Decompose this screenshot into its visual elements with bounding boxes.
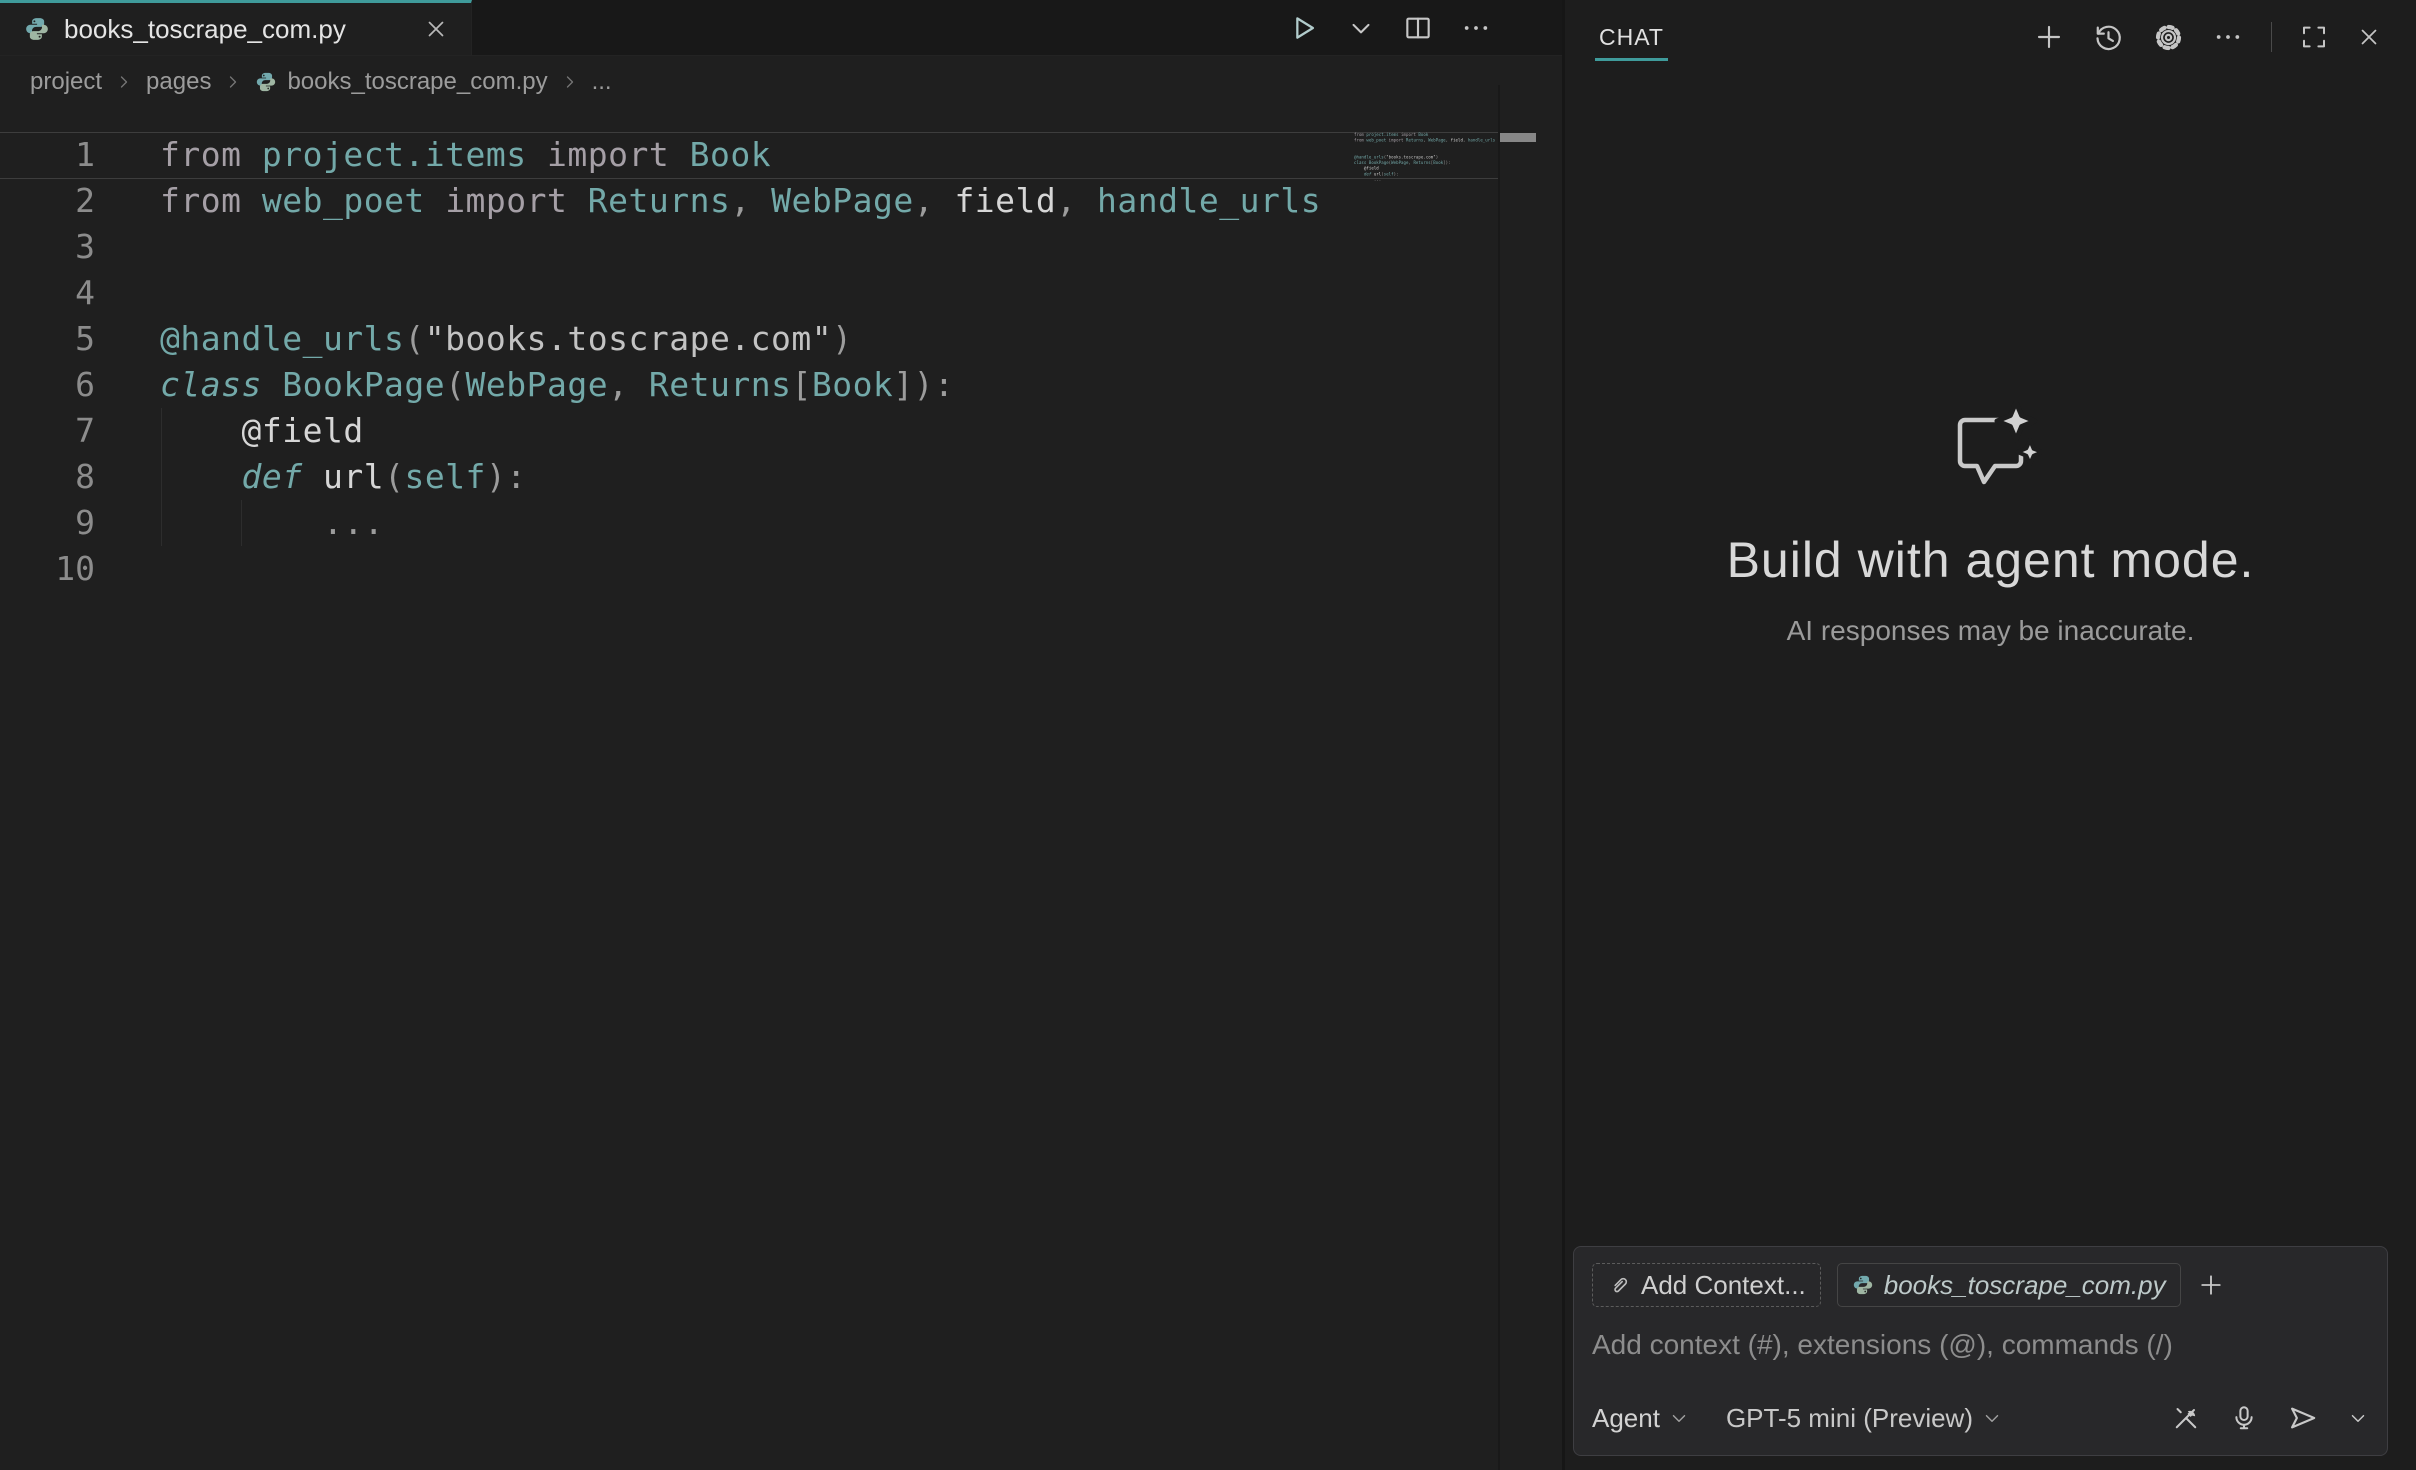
chevron-down-icon [1981,1407,2003,1429]
welcome-title: Build with agent mode. [1565,531,2416,589]
breadcrumb-label: pages [146,68,211,96]
context-chips-row: Add Context... books_toscrape_com.py [1592,1263,2369,1307]
code-line-10[interactable]: 10 [0,546,1562,592]
editor-pane: books_toscrape_com.py project pages books… [0,0,1562,1470]
code-text: @field [95,408,364,454]
more-icon[interactable] [2212,21,2244,53]
chat-header-actions [2033,21,2382,54]
code-text: from project.items import Book [95,132,771,178]
chat-welcome: Build with agent mode. AI responses may … [1565,400,2416,647]
python-icon [24,16,50,42]
add-file-icon[interactable] [2197,1271,2225,1299]
chat-panel: CHAT Build with agent mode. AI responses… [1562,0,2416,1470]
code-editor[interactable]: 1from project.items import Book2from web… [0,108,1562,592]
tab-books-toscrape[interactable]: books_toscrape_com.py [0,0,472,55]
mode-picker[interactable]: Agent [1592,1403,1690,1434]
line-number: 10 [0,546,95,592]
line-number: 4 [0,270,95,316]
code-text [95,546,160,592]
split-editor-icon[interactable] [1402,12,1434,44]
model-picker[interactable]: GPT-5 mini (Preview) [1726,1403,2003,1434]
paperclip-icon [1607,1273,1631,1297]
code-text [95,224,160,270]
more-icon[interactable] [1460,12,1492,44]
tab-close-icon[interactable] [423,16,449,42]
code-line-9[interactable]: 9 ... [0,500,1562,546]
tab-chat[interactable]: CHAT [1595,10,1668,65]
code-line-5[interactable]: 5@handle_urls("books.toscrape.com") [0,316,1562,362]
chat-controls-row: Agent GPT-5 mini (Preview) [1592,1395,2369,1441]
chat-input-placeholder[interactable]: Add context (#), extensions (@), command… [1592,1329,2369,1361]
code-line-6[interactable]: 6class BookPage(WebPage, Returns[Book]): [0,362,1562,408]
chat-input-box[interactable]: Add Context... books_toscrape_com.py Add… [1573,1246,2388,1456]
breadcrumb: project pages books_toscrape_com.py... [0,56,1562,108]
line-number: 1 [0,132,95,178]
code-line-4[interactable]: 4 [0,270,1562,316]
chevron-down-icon[interactable] [1346,13,1376,43]
line-number: 2 [0,178,95,224]
line-number: 5 [0,316,95,362]
tools-icon[interactable] [2171,1403,2201,1433]
line-number: 8 [0,454,95,500]
tab-label: books_toscrape_com.py [64,14,346,45]
code-line-8[interactable]: 8 def url(self): [0,454,1562,500]
editor-actions [1286,0,1492,56]
code-line-7[interactable]: 7 @field [0,408,1562,454]
line-number: 9 [0,500,95,546]
chip-books-toscrape-com-py[interactable]: books_toscrape_com.py [1837,1263,2181,1307]
breadcrumb-label: project [30,68,102,96]
chat-header: CHAT [1565,0,2416,74]
screen-full-icon[interactable] [2299,22,2329,52]
breadcrumb-item-project[interactable]: project [30,68,102,96]
chevron-right-icon [223,72,243,92]
close-icon[interactable] [2356,24,2382,50]
editor-tab-bar: books_toscrape_com.py [0,0,1562,56]
python-icon [255,71,277,93]
model-label: GPT-5 mini (Preview) [1726,1403,1973,1434]
code-text: ... [1354,177,1381,183]
chat-action-icons [2171,1402,2369,1434]
overview-ruler-cursor-marker [1500,133,1536,142]
code-line-2[interactable]: 2from web_poet import Returns, WebPage, … [0,178,1562,224]
new-chat-icon[interactable] [2033,21,2065,53]
minimap[interactable]: from project.items import Bookfrom web_p… [1354,132,1500,552]
send-icon[interactable] [2287,1402,2319,1434]
code-line-2: from web_poet import Returns, WebPage, f… [1354,138,1500,144]
breadcrumb-label: books_toscrape_com.py [287,68,547,96]
code-line-10 [1354,182,1500,188]
run-icon[interactable] [1286,11,1320,45]
copilot-chat-icon [1565,400,2416,497]
code-text: ... [95,500,384,546]
chip-label: books_toscrape_com.py [1884,1270,2166,1301]
send-options-chevron-icon[interactable] [2347,1407,2369,1429]
code-text: @handle_urls("books.toscrape.com") [95,316,853,362]
code-text: from web_poet import Returns, WebPage, f… [1354,138,1495,144]
breadcrumb-label: ... [592,68,612,96]
code-text: from web_poet import Returns, WebPage, f… [95,178,1321,224]
code-line-3[interactable]: 3 [0,224,1562,270]
code-text: def url(self): [95,454,527,500]
chevron-right-icon [114,72,134,92]
welcome-subtitle: AI responses may be inaccurate. [1565,615,2416,647]
mic-icon[interactable] [2229,1403,2259,1433]
breadcrumb-item-books-toscrape-com-py[interactable]: books_toscrape_com.py [255,68,547,96]
line-number: 7 [0,408,95,454]
vscode-window: books_toscrape_com.py project pages books… [0,0,2416,1470]
history-icon[interactable] [2092,21,2125,54]
chip-label: Add Context... [1641,1270,1806,1301]
chevron-right-icon [560,72,580,92]
line-number: 3 [0,224,95,270]
code-text: class BookPage(WebPage, Returns[Book]): [95,362,954,408]
code-text [95,270,160,316]
settings-icon[interactable] [2152,21,2185,54]
code-line-1[interactable]: 1from project.items import Book [0,132,1562,178]
mode-label: Agent [1592,1403,1660,1434]
python-icon [1852,1274,1874,1296]
breadcrumb-item-pages[interactable]: pages [146,68,211,96]
chip-add-context-[interactable]: Add Context... [1592,1263,1821,1307]
breadcrumb-item--[interactable]: ... [592,68,612,96]
divider [2271,22,2272,52]
chevron-down-icon [1668,1407,1690,1429]
line-number: 6 [0,362,95,408]
